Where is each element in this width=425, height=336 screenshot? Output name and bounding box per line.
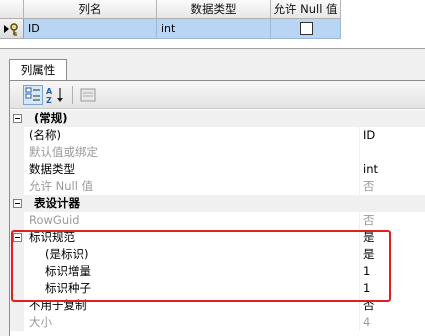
property-label: (常规) xyxy=(24,110,360,127)
property-value[interactable]: 否 xyxy=(360,178,425,195)
svg-text:A: A xyxy=(46,87,53,96)
property-label: RowGuid xyxy=(24,212,360,229)
row-margin xyxy=(10,161,24,178)
highlight-annotation xyxy=(11,230,391,302)
property-row-name[interactable]: (名称) ID xyxy=(10,127,425,144)
property-row-data-type[interactable]: 数据类型 int xyxy=(10,161,425,178)
row-margin xyxy=(10,195,24,212)
property-label: 默认值或绑定 xyxy=(24,144,360,161)
property-row-default-value[interactable]: 默认值或绑定 xyxy=(10,144,425,161)
row-margin xyxy=(10,127,24,144)
category-table-designer[interactable]: 表设计器 xyxy=(10,195,425,212)
header-column-name[interactable]: 列名 xyxy=(24,0,157,19)
property-value[interactable]: int xyxy=(360,161,425,178)
row-margin xyxy=(10,144,24,161)
cell-column-name[interactable]: ID xyxy=(24,19,157,39)
property-label: (名称) xyxy=(24,127,360,144)
property-label: 大小 xyxy=(24,314,360,331)
row-selector[interactable] xyxy=(0,19,24,39)
row-margin xyxy=(10,314,24,331)
property-row-allow-null[interactable]: 允许 Null 值 否 xyxy=(10,178,425,195)
collapse-icon[interactable] xyxy=(13,199,22,208)
property-value[interactable] xyxy=(360,144,425,161)
property-value[interactable]: 4 xyxy=(360,314,425,331)
grid-corner xyxy=(0,0,24,19)
property-value[interactable]: ID xyxy=(360,127,425,144)
column-grid: 列名 数据类型 允许 Null 值 ID int xyxy=(0,0,425,48)
row-margin xyxy=(10,212,24,229)
property-label: 数据类型 xyxy=(24,161,360,178)
property-row-rowguid[interactable]: RowGuid 否 xyxy=(10,212,425,229)
property-value[interactable]: 否 xyxy=(360,212,425,229)
row-margin xyxy=(10,110,24,127)
property-row-size[interactable]: 大小 4 xyxy=(10,314,425,331)
property-label: 表设计器 xyxy=(24,195,360,212)
header-allow-null[interactable]: 允许 Null 值 xyxy=(271,0,341,19)
categorized-icon[interactable] xyxy=(23,85,43,105)
cell-allow-null[interactable] xyxy=(271,19,341,39)
collapse-icon[interactable] xyxy=(13,114,22,123)
header-data-type[interactable]: 数据类型 xyxy=(157,0,271,19)
property-value xyxy=(360,110,425,127)
allow-null-checkbox[interactable] xyxy=(300,22,313,35)
property-pages-icon[interactable] xyxy=(78,85,98,105)
row-margin xyxy=(10,178,24,195)
property-label: 允许 Null 值 xyxy=(24,178,360,195)
category-general[interactable]: (常规) xyxy=(10,110,425,127)
toolbar-separator xyxy=(72,86,73,104)
property-value xyxy=(360,195,425,212)
svg-text:Z: Z xyxy=(46,96,52,105)
cell-data-type[interactable]: int xyxy=(157,19,271,39)
tab-column-properties[interactable]: 列属性 xyxy=(9,59,67,81)
sort-az-icon[interactable]: A Z xyxy=(45,85,65,105)
grid-header: 列名 数据类型 允许 Null 值 xyxy=(0,0,341,19)
table-row[interactable]: ID int xyxy=(0,19,341,39)
primary-key-row-icon xyxy=(4,23,18,36)
property-toolbar: A Z xyxy=(10,81,425,109)
